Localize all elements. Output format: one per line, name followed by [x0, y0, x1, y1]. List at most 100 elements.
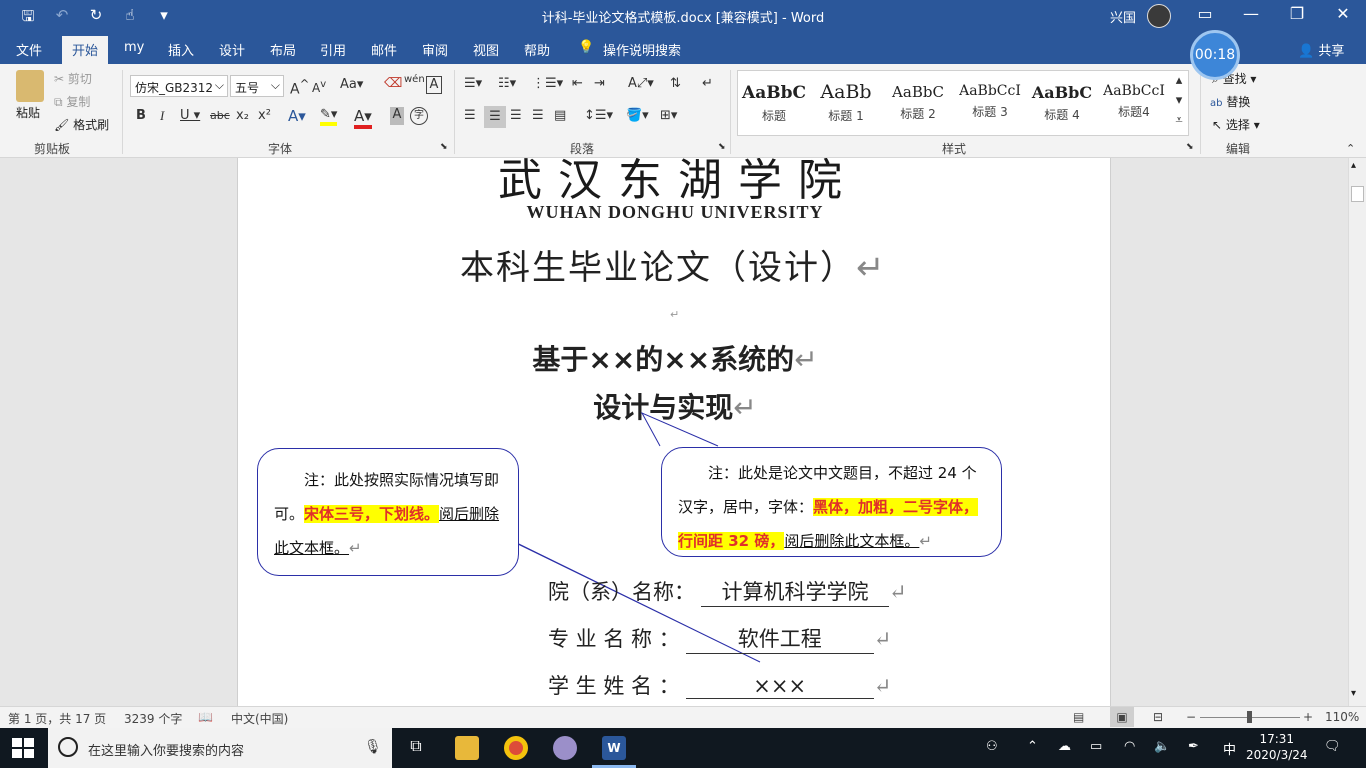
- ribbon-display-options-icon[interactable]: ▭: [1182, 4, 1228, 23]
- justify-icon[interactable]: ☰: [532, 108, 544, 123]
- task-view-icon[interactable]: ⧉: [404, 736, 428, 760]
- tab-layout[interactable]: 布局: [270, 40, 296, 59]
- callout-left[interactable]: 注：此处按照实际情况填写即可。宋体三号，下划线。阅后删除此文本框。↵: [257, 448, 519, 576]
- dialog-launcher-icon[interactable]: ⬊: [1186, 142, 1194, 152]
- tab-mailings[interactable]: 邮件: [371, 40, 397, 59]
- pen-workspace-icon[interactable]: ✒: [1188, 739, 1199, 754]
- share-button[interactable]: 👤 共享: [1298, 40, 1344, 59]
- minimize-icon[interactable]: —: [1228, 4, 1274, 23]
- restore-icon[interactable]: ❐: [1274, 4, 1320, 23]
- multilevel-list-icon[interactable]: ⋮☰▾: [532, 76, 563, 91]
- borders-icon[interactable]: ⊞▾: [660, 108, 677, 123]
- tab-home[interactable]: 开始: [62, 36, 109, 64]
- thesis-title-line-2[interactable]: 设计与实现↵: [238, 386, 1112, 426]
- tell-me-search[interactable]: 操作说明搜索: [603, 40, 681, 59]
- department-value[interactable]: 计算机科学学院: [701, 576, 889, 607]
- italic-button[interactable]: I: [160, 108, 164, 124]
- style-heading4[interactable]: AaBbCcI 标题4: [1098, 71, 1170, 135]
- font-size-select[interactable]: 五号 ⌵: [230, 75, 284, 97]
- character-shading-button[interactable]: A: [390, 107, 404, 125]
- shading-icon[interactable]: 🪣▾: [626, 108, 649, 123]
- clear-formatting-icon[interactable]: ⌫: [384, 76, 402, 91]
- numbering-icon[interactable]: ☷▾: [498, 76, 516, 91]
- select-button[interactable]: ↖ 选择 ▾: [1212, 116, 1260, 133]
- replace-button[interactable]: ab 替换: [1210, 93, 1250, 110]
- font-name-select[interactable]: 仿宋_GB2312 ⌵: [130, 75, 228, 97]
- styles-scroll-up-icon[interactable]: ▴: [1170, 73, 1188, 88]
- tab-my[interactable]: my: [124, 40, 144, 55]
- strikethrough-button[interactable]: abc: [210, 109, 230, 122]
- style-heading-3[interactable]: AaBbCcI 标题 3: [954, 71, 1026, 135]
- web-layout-icon[interactable]: ⊟: [1153, 710, 1163, 724]
- student-name-value[interactable]: ×××: [685, 674, 874, 699]
- collapse-ribbon-icon[interactable]: ⌃: [1346, 142, 1355, 155]
- character-border-button[interactable]: A: [426, 76, 442, 94]
- style-heading-2[interactable]: AaBbC 标题 2: [882, 71, 954, 135]
- underline-button[interactable]: U ▾: [180, 108, 200, 123]
- align-right-icon[interactable]: ☰: [510, 108, 522, 123]
- tab-insert[interactable]: 插入: [168, 40, 194, 59]
- wifi-icon[interactable]: ◠: [1124, 739, 1135, 754]
- styles-more-icon[interactable]: ⩡: [1170, 113, 1188, 128]
- proofing-icon[interactable]: 📖: [198, 710, 213, 724]
- superscript-button[interactable]: x²: [258, 108, 271, 123]
- sort-icon[interactable]: ⇅: [670, 76, 681, 91]
- zoom-slider-thumb[interactable]: [1247, 711, 1252, 723]
- enclose-characters-button[interactable]: 字: [410, 107, 428, 125]
- file-explorer-icon[interactable]: [455, 736, 479, 760]
- styles-scroll-down-icon[interactable]: ▾: [1170, 93, 1188, 108]
- avatar[interactable]: [1147, 4, 1171, 28]
- align-left-icon[interactable]: ☰: [464, 108, 476, 123]
- line-spacing-icon[interactable]: ↕☰▾: [584, 108, 613, 123]
- change-case-button[interactable]: Aa▾: [340, 77, 363, 92]
- style-heading-4[interactable]: AaBbC 标题 4: [1026, 71, 1098, 135]
- page-count[interactable]: 第 1 页，共 17 页: [8, 710, 106, 727]
- callout-right[interactable]: 注：此处是论文中文题目，不超过 24 个汉字，居中，字体：黑体，加粗，二号字体，…: [661, 447, 1002, 557]
- subscript-button[interactable]: x₂: [236, 108, 249, 123]
- recording-timer[interactable]: 00:18: [1190, 30, 1240, 80]
- chrome-icon[interactable]: [504, 736, 528, 760]
- tab-review[interactable]: 审阅: [422, 40, 448, 59]
- chinese-layout-icon[interactable]: A⤢▾: [628, 76, 654, 91]
- shrink-font-button[interactable]: Av: [312, 79, 326, 95]
- grow-font-button[interactable]: A^: [290, 77, 309, 98]
- cut-button[interactable]: ✂ 剪切: [54, 70, 92, 87]
- phonetic-guide-button[interactable]: wén: [404, 74, 425, 85]
- paste-icon[interactable]: [16, 70, 44, 102]
- show-hidden-icons-icon[interactable]: ⌃: [1027, 739, 1038, 754]
- bold-button[interactable]: B: [136, 108, 146, 123]
- tell-me-icon[interactable]: 💡: [578, 40, 594, 55]
- increase-indent-icon[interactable]: ⇥: [594, 76, 605, 91]
- tab-help[interactable]: 帮助: [524, 40, 550, 59]
- font-color-button[interactable]: A▾: [354, 107, 372, 129]
- highlight-color-icon[interactable]: ✎▾: [320, 107, 338, 126]
- dialog-launcher-icon[interactable]: ⬊: [440, 142, 448, 152]
- word-count[interactable]: 3239 个字: [124, 710, 182, 727]
- tab-view[interactable]: 视图: [473, 40, 499, 59]
- onedrive-icon[interactable]: ☁: [1058, 739, 1071, 754]
- user-name[interactable]: 兴国: [1110, 7, 1136, 26]
- close-icon[interactable]: ✕: [1320, 4, 1366, 23]
- taskbar-search-box[interactable]: 在这里输入你要搜索的内容 🎙: [48, 728, 392, 768]
- volume-icon[interactable]: 🔈: [1154, 739, 1170, 754]
- zoom-level[interactable]: 110%: [1325, 710, 1359, 724]
- major-value[interactable]: 软件工程: [685, 623, 874, 654]
- show-marks-icon[interactable]: ↵: [702, 76, 713, 91]
- ime-indicator[interactable]: 中: [1223, 739, 1236, 758]
- tab-file[interactable]: 文件: [16, 40, 42, 59]
- scroll-up-icon[interactable]: ▴: [1351, 160, 1356, 171]
- windows-start-icon[interactable]: [10, 736, 36, 760]
- read-mode-icon[interactable]: ▤: [1073, 710, 1084, 724]
- zoom-in-icon[interactable]: +: [1303, 710, 1313, 724]
- notifications-icon[interactable]: 🗨: [1324, 739, 1341, 754]
- battery-icon[interactable]: ▭: [1090, 739, 1102, 754]
- document-page[interactable]: 武汉东湖学院 WUHAN DONGHU UNIVERSITY 本科生毕业论文（设…: [237, 158, 1111, 706]
- style-heading-1[interactable]: AaBb 标题 1: [810, 71, 882, 135]
- paint-icon[interactable]: [553, 736, 577, 760]
- align-center-icon[interactable]: ☰: [484, 106, 506, 128]
- paste-button[interactable]: 粘贴: [16, 104, 40, 121]
- scroll-down-icon[interactable]: ▾: [1351, 688, 1356, 699]
- zoom-out-icon[interactable]: −: [1186, 710, 1196, 724]
- tab-design[interactable]: 设计: [219, 40, 245, 59]
- style-title[interactable]: AaBbC 标题: [738, 71, 810, 135]
